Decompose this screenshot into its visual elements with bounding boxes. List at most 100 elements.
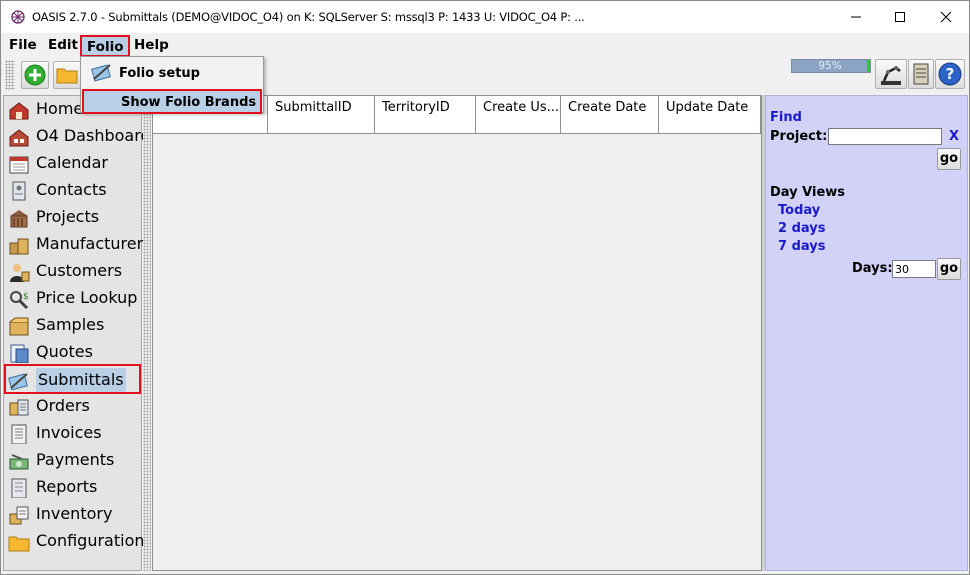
- svg-text:?: ?: [946, 65, 955, 83]
- maximize-button[interactable]: [877, 1, 923, 33]
- folio-setup-icon: [91, 64, 111, 82]
- sidebar-item-label: Reports: [36, 477, 98, 496]
- menu-edit[interactable]: Edit: [43, 35, 83, 57]
- sidebar-item-label: Configuration: [36, 531, 145, 550]
- sidebar-item-label: Payments: [36, 450, 115, 469]
- sidebar-item-label: Invoices: [36, 423, 102, 442]
- sidebar-item-manufacturers[interactable]: Manufacturers: [6, 232, 152, 258]
- sidebar-item-contacts[interactable]: Contacts: [6, 178, 140, 204]
- column-header[interactable]: Create Date: [561, 96, 659, 134]
- memory-progress-bar: 95%: [791, 59, 871, 73]
- menu-item-folio-setup[interactable]: Folio setup: [82, 59, 262, 86]
- menu-folio[interactable]: Folio: [80, 35, 131, 57]
- window-title: OASIS 2.7.0 - Submittals (DEMO@VIDOC_O4)…: [32, 10, 585, 24]
- minimize-icon: [851, 16, 861, 18]
- close-button[interactable]: [923, 1, 969, 33]
- column-header[interactable]: Create Us...: [476, 96, 561, 134]
- sidebar-item-configuration[interactable]: Configuration: [6, 529, 145, 555]
- dashboard-icon: [9, 129, 29, 147]
- menu-item-label: Show Folio Brands: [121, 95, 257, 110]
- reports-icon: [11, 478, 27, 498]
- robot-arm-icon: [881, 66, 901, 85]
- sidebar-item-label: Inventory: [36, 504, 113, 523]
- sidebar-item-reports[interactable]: Reports: [6, 475, 140, 501]
- app-window: OASIS 2.7.0 - Submittals (DEMO@VIDOC_O4)…: [0, 0, 970, 575]
- open-folder-button[interactable]: [53, 61, 81, 89]
- days-input[interactable]: [892, 260, 936, 278]
- sidebar-item-label: Submittals: [36, 368, 126, 392]
- sidebar-nav: Home O4 Dashboard Calendar Contacts Projects…: [3, 95, 152, 571]
- find-label: Find: [770, 110, 802, 125]
- sidebar-splitter[interactable]: [143, 95, 151, 571]
- progress-text: 95%: [818, 60, 842, 72]
- column-header[interactable]: SubmittalID: [268, 96, 375, 134]
- samples-icon: [9, 317, 29, 336]
- toolbar-grip[interactable]: [5, 60, 15, 90]
- robot-button[interactable]: [875, 59, 907, 89]
- days-label: Days:: [852, 261, 893, 276]
- help-button[interactable]: ?: [935, 59, 965, 89]
- manufacturers-icon: [9, 238, 29, 255]
- help-icon: ?: [938, 62, 962, 86]
- menu-file[interactable]: File: [4, 35, 42, 57]
- sidebar-item-label: Price Lookup: [36, 288, 138, 307]
- contacts-icon: [12, 181, 26, 201]
- menu-item-show-folio-brands[interactable]: Show Folio Brands: [82, 89, 262, 114]
- minimize-button[interactable]: [833, 1, 879, 33]
- sidebar-item-calendar[interactable]: Calendar: [6, 151, 140, 177]
- home-icon: [9, 102, 29, 120]
- project-label: Project:: [770, 129, 828, 144]
- sidebar-item-orders[interactable]: Orders: [6, 394, 140, 420]
- title-bar: OASIS 2.7.0 - Submittals (DEMO@VIDOC_O4)…: [1, 1, 969, 33]
- sidebar-item-label: Home: [36, 99, 84, 118]
- menu-item-label: Folio setup: [119, 66, 200, 81]
- sidebar-item-label: Calendar: [36, 153, 108, 172]
- menu-bar: File Edit Folio Help: [1, 33, 969, 57]
- sidebar-item-o4-dashboard[interactable]: O4 Dashboard: [6, 124, 151, 150]
- document-stack-icon: [913, 63, 929, 85]
- project-go-button[interactable]: go: [937, 148, 961, 170]
- customers-icon: [10, 264, 30, 282]
- sidebar-item-label: Customers: [36, 261, 123, 280]
- payments-icon: [9, 454, 29, 470]
- documents-button[interactable]: [908, 59, 934, 89]
- days-go-button[interactable]: go: [937, 258, 961, 280]
- sidebar-item-submittals[interactable]: Submittals: [4, 364, 141, 394]
- sidebar-item-samples[interactable]: Samples: [6, 313, 140, 339]
- sidebar-item-payments[interactable]: Payments: [6, 448, 140, 474]
- two-days-link[interactable]: 2 days: [778, 221, 825, 236]
- configuration-icon: [8, 536, 30, 552]
- orders-icon: [9, 399, 29, 416]
- sidebar-item-customers[interactable]: Customers: [6, 259, 140, 285]
- projects-icon: [10, 210, 28, 228]
- column-header[interactable]: Update Date: [659, 96, 761, 134]
- menu-help[interactable]: Help: [129, 35, 174, 57]
- clear-project-button[interactable]: X: [949, 129, 959, 144]
- sidebar-item-price-lookup[interactable]: $ Price Lookup: [6, 286, 140, 312]
- folio-dropdown-menu: Folio setup Show Folio Brands: [80, 56, 264, 114]
- sidebar-item-projects[interactable]: Projects: [6, 205, 140, 231]
- project-search-input[interactable]: [828, 128, 942, 145]
- app-logo-icon: [11, 10, 25, 24]
- sidebar-item-label: Projects: [36, 207, 100, 226]
- sidebar-item-label: Quotes: [36, 342, 93, 361]
- sidebar-item-label: Orders: [36, 396, 90, 415]
- add-icon: [24, 64, 46, 86]
- seven-days-link[interactable]: 7 days: [778, 239, 825, 254]
- sidebar-item-invoices[interactable]: Invoices: [6, 421, 140, 447]
- submittals-table: SubmittalID TerritoryID Create Us... Create…: [152, 95, 762, 571]
- add-button[interactable]: [21, 61, 49, 89]
- progress-fill: [867, 60, 870, 72]
- sidebar-item-quotes[interactable]: Quotes: [6, 340, 140, 366]
- find-panel: Find Project: X go Day Views Today 2 day…: [765, 95, 968, 571]
- sidebar-item-inventory[interactable]: Inventory: [6, 502, 140, 528]
- sidebar-item-label: Samples: [36, 315, 105, 334]
- folder-icon: [56, 68, 78, 84]
- today-link[interactable]: Today: [778, 203, 820, 218]
- calendar-icon: [9, 156, 29, 174]
- inventory-icon: [9, 506, 29, 525]
- sidebar-item-label: O4 Dashboard: [36, 126, 151, 145]
- day-views-label: Day Views: [770, 185, 846, 200]
- sidebar-item-label: Contacts: [36, 180, 107, 199]
- column-header[interactable]: TerritoryID: [375, 96, 476, 134]
